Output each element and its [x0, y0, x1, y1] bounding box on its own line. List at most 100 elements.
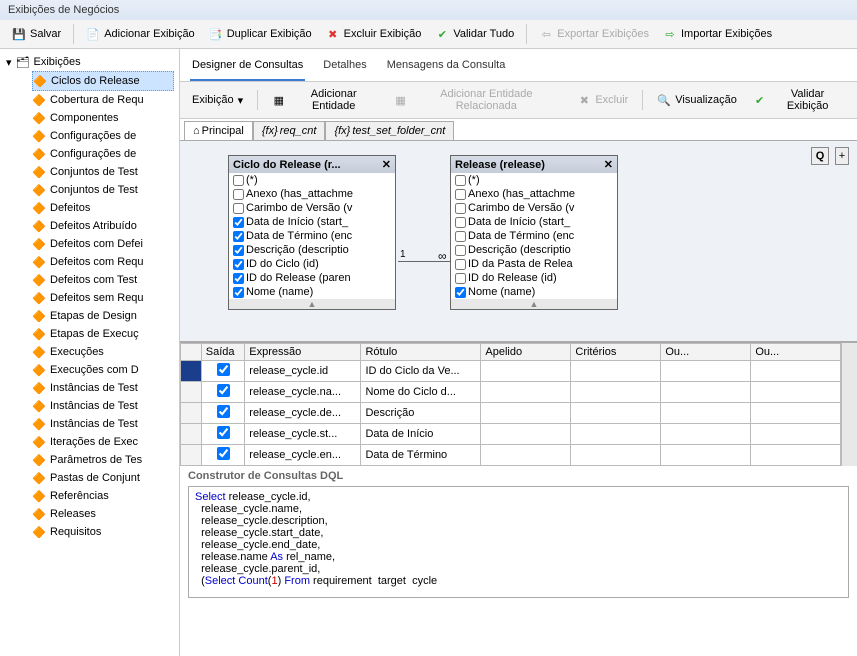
sidebar-item[interactable]: 🔶Defeitos com Defei: [32, 235, 179, 253]
output-checkbox[interactable]: [217, 447, 230, 460]
table-row[interactable]: release_cycle.idID do Ciclo da Ve...: [181, 361, 841, 382]
sidebar-item[interactable]: 🔶Referências: [32, 487, 179, 505]
cell-label[interactable]: Descrição: [361, 403, 481, 424]
sidebar-item[interactable]: 🔶Cobertura de Requ: [32, 91, 179, 109]
entity-field[interactable]: Data de Início (start_: [229, 215, 395, 229]
plus-button[interactable]: +: [835, 147, 849, 165]
preview-button[interactable]: 🔍Visualização: [651, 91, 743, 109]
field-checkbox[interactable]: [455, 287, 466, 298]
field-checkbox[interactable]: [455, 231, 466, 242]
table-row[interactable]: release_cycle.de...Descrição: [181, 403, 841, 424]
delete-view-button[interactable]: ✖Excluir Exibição: [320, 25, 428, 43]
field-checkbox[interactable]: [455, 217, 466, 228]
entity-field[interactable]: Descrição (descriptio: [229, 243, 395, 257]
field-checkbox[interactable]: [233, 231, 244, 242]
field-checkbox[interactable]: [455, 175, 466, 186]
col-expression[interactable]: Expressão: [245, 344, 361, 361]
col-or1[interactable]: Ou...: [661, 344, 751, 361]
entity-field[interactable]: Nome (name): [451, 285, 617, 299]
entity-field[interactable]: Carimbo de Versão (v: [229, 201, 395, 215]
sidebar-item[interactable]: 🔶Componentes: [32, 109, 179, 127]
sidebar-item[interactable]: 🔶Configurações de: [32, 127, 179, 145]
sidebar-item[interactable]: 🔶Execuções: [32, 343, 179, 361]
entity-field[interactable]: Carimbo de Versão (v: [451, 201, 617, 215]
field-checkbox[interactable]: [233, 203, 244, 214]
sidebar-item[interactable]: 🔶Defeitos com Test: [32, 271, 179, 289]
cell-expr[interactable]: release_cycle.de...: [245, 403, 361, 424]
entity-release[interactable]: Release (release)✕ (*)Anexo (has_attachm…: [450, 155, 618, 310]
field-checkbox[interactable]: [233, 217, 244, 228]
sidebar-item[interactable]: 🔶Conjuntos de Test: [32, 163, 179, 181]
tab-designer[interactable]: Designer de Consultas: [190, 55, 305, 81]
entity-release-cycle[interactable]: Ciclo do Release (r...✕ (*)Anexo (has_at…: [228, 155, 396, 310]
field-checkbox[interactable]: [455, 273, 466, 284]
entity-field[interactable]: ID do Release (id): [451, 271, 617, 285]
close-icon[interactable]: ✕: [604, 158, 613, 171]
output-checkbox[interactable]: [217, 384, 230, 397]
output-checkbox[interactable]: [217, 363, 230, 376]
sidebar-item[interactable]: 🔶Defeitos sem Requ: [32, 289, 179, 307]
field-checkbox[interactable]: [455, 203, 466, 214]
col-label[interactable]: Rótulo: [361, 344, 481, 361]
output-checkbox[interactable]: [217, 426, 230, 439]
entity-field[interactable]: (*): [451, 173, 617, 187]
subtab-main[interactable]: ⌂Principal: [184, 121, 253, 140]
table-row[interactable]: release_cycle.st...Data de Início: [181, 424, 841, 445]
sidebar-item[interactable]: 🔶Parâmetros de Tes: [32, 451, 179, 469]
add-view-button[interactable]: 📄Adicionar Exibição: [80, 25, 201, 43]
sidebar-item[interactable]: 🔶Defeitos com Requ: [32, 253, 179, 271]
field-checkbox[interactable]: [233, 287, 244, 298]
sidebar-item[interactable]: 🔶Defeitos: [32, 199, 179, 217]
cell-expr[interactable]: release_cycle.id: [245, 361, 361, 382]
sidebar-item[interactable]: 🔶Instâncias de Test: [32, 397, 179, 415]
collapse-icon[interactable]: ▾: [6, 56, 12, 69]
duplicate-view-button[interactable]: 📑Duplicar Exibição: [203, 25, 318, 43]
sidebar-item[interactable]: 🔶Pastas de Conjunt: [32, 469, 179, 487]
output-checkbox[interactable]: [217, 405, 230, 418]
entity-field[interactable]: Nome (name): [229, 285, 395, 299]
subtab-req-cnt[interactable]: {fx} req_cnt: [253, 121, 326, 140]
sidebar-item[interactable]: 🔶Instâncias de Test: [32, 415, 179, 433]
entity-field[interactable]: Data de Término (enc: [451, 229, 617, 243]
entity-field[interactable]: Descrição (descriptio: [451, 243, 617, 257]
save-button[interactable]: 💾Salvar: [6, 25, 67, 43]
dql-editor[interactable]: Select release_cycle.id, release_cycle.n…: [188, 486, 849, 598]
vertical-scrollbar[interactable]: [841, 343, 857, 466]
cell-expr[interactable]: release_cycle.st...: [245, 424, 361, 445]
col-output[interactable]: Saída: [201, 344, 245, 361]
entity-field[interactable]: ID da Pasta de Relea: [451, 257, 617, 271]
entity-field[interactable]: ID do Release (paren: [229, 271, 395, 285]
import-views-button[interactable]: ⇨Importar Exibições: [657, 25, 778, 43]
entity-field[interactable]: Data de Término (enc: [229, 229, 395, 243]
field-checkbox[interactable]: [233, 259, 244, 270]
sidebar-item[interactable]: 🔶Instâncias de Test: [32, 379, 179, 397]
validate-view-button[interactable]: ✔Validar Exibição: [747, 86, 851, 114]
cell-label[interactable]: Data de Início: [361, 424, 481, 445]
q-button[interactable]: Q: [811, 147, 829, 165]
entity-field[interactable]: (*): [229, 173, 395, 187]
tree-root[interactable]: ▾ 🗂 Exibições: [6, 53, 179, 71]
sidebar-item[interactable]: 🔶Requisitos: [32, 523, 179, 541]
cell-label[interactable]: Nome do Ciclo d...: [361, 382, 481, 403]
entity-field[interactable]: Data de Início (start_: [451, 215, 617, 229]
sidebar-item[interactable]: 🔶Execuções com D: [32, 361, 179, 379]
entity-field[interactable]: Anexo (has_attachme: [229, 187, 395, 201]
col-alias[interactable]: Apelido: [481, 344, 571, 361]
sidebar-item[interactable]: 🔶Releases: [32, 505, 179, 523]
table-row[interactable]: release_cycle.en...Data de Término: [181, 445, 841, 466]
entity-scroll-indicator[interactable]: ▲: [451, 299, 617, 309]
cell-expr[interactable]: release_cycle.en...: [245, 445, 361, 466]
cell-expr[interactable]: release_cycle.na...: [245, 382, 361, 403]
entity-scroll-indicator[interactable]: ▲: [229, 299, 395, 309]
entity-field[interactable]: Anexo (has_attachme: [451, 187, 617, 201]
field-checkbox[interactable]: [233, 175, 244, 186]
sidebar-item[interactable]: 🔶Defeitos Atribuído: [32, 217, 179, 235]
subtab-test-set-folder-cnt[interactable]: {fx} test_set_folder_cnt: [325, 121, 454, 140]
field-checkbox[interactable]: [455, 245, 466, 256]
add-entity-button[interactable]: ▦Adicionar Entidade: [266, 86, 384, 114]
sidebar-item[interactable]: 🔶Conjuntos de Test: [32, 181, 179, 199]
validate-all-button[interactable]: ✔Validar Tudo: [429, 25, 520, 43]
sidebar-item[interactable]: 🔶Configurações de: [32, 145, 179, 163]
sidebar-item[interactable]: 🔶Ciclos do Release: [32, 71, 174, 91]
field-checkbox[interactable]: [455, 189, 466, 200]
